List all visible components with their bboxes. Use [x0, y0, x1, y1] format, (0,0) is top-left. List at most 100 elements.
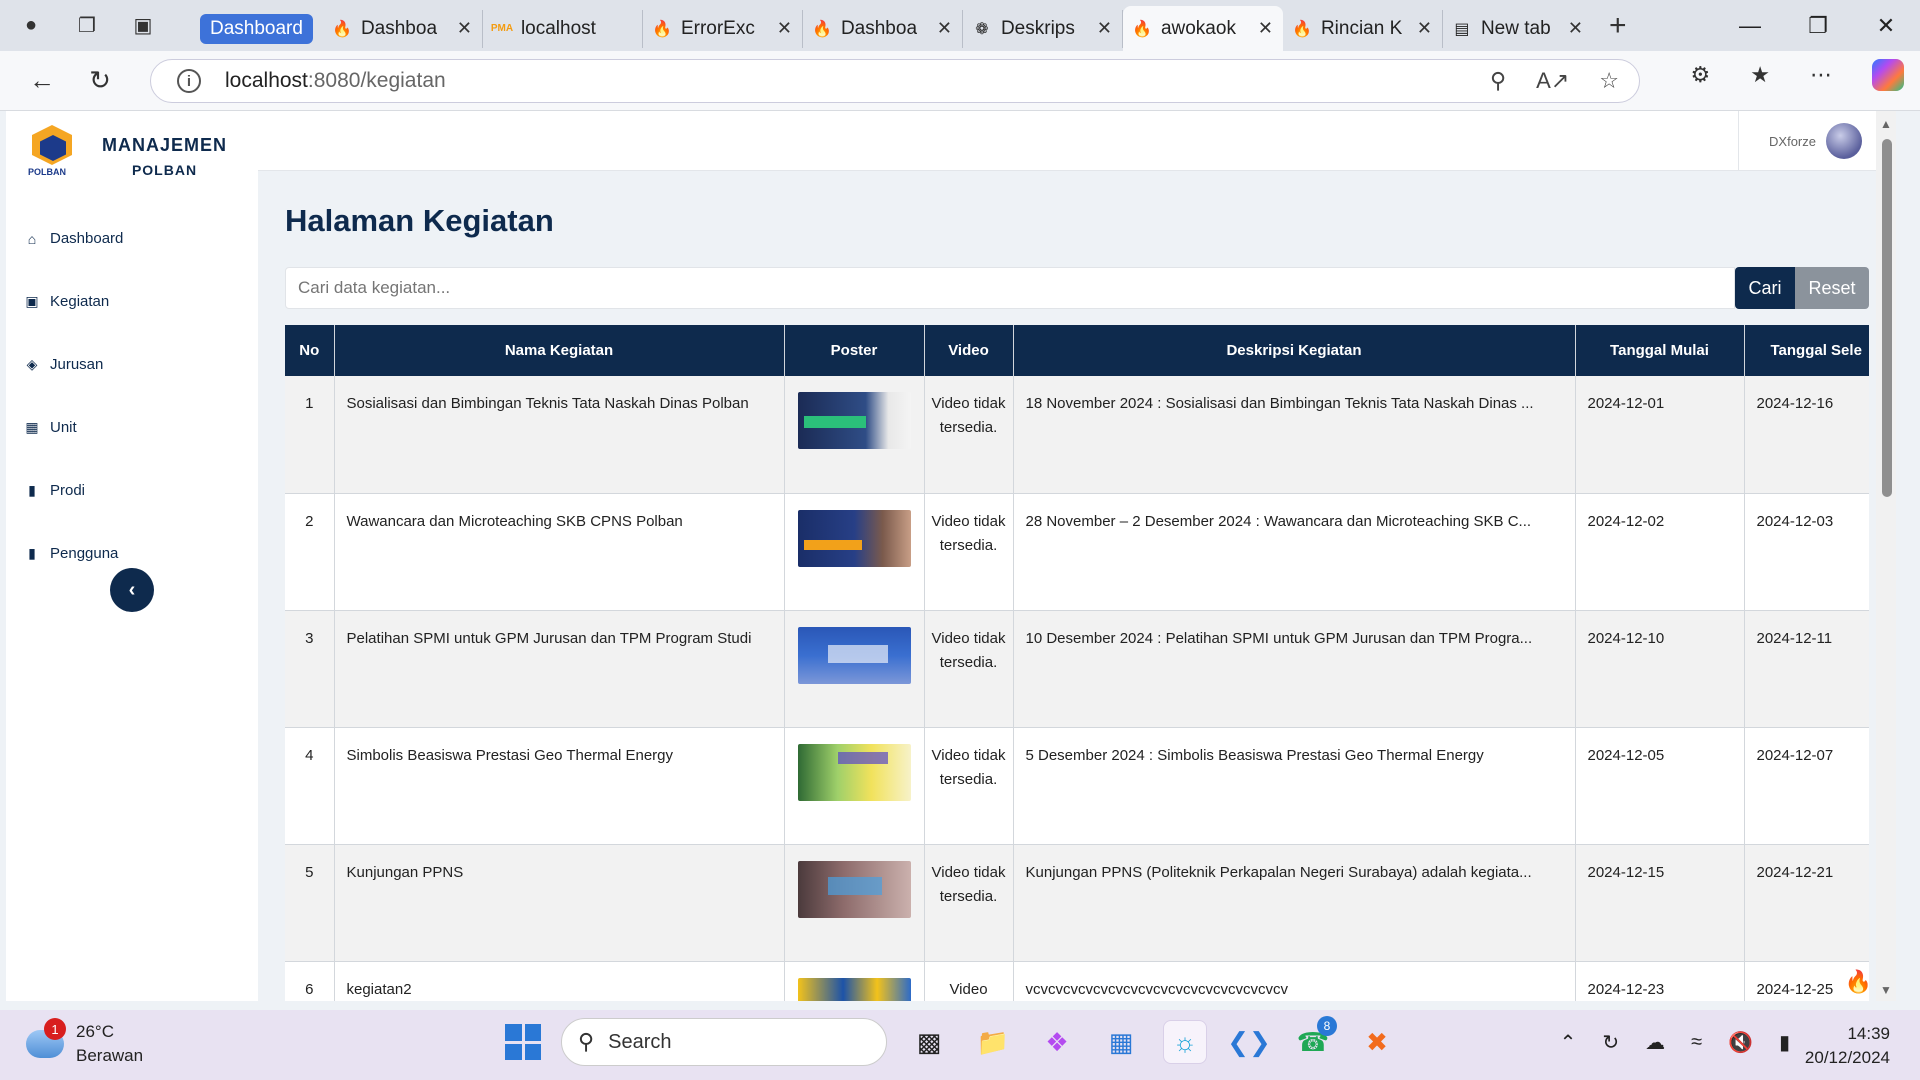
volume-muted-icon[interactable]: 🔇 — [1728, 1030, 1753, 1055]
cloud-error-icon[interactable]: ☁ — [1645, 1030, 1665, 1055]
sidebar-item-prodi[interactable]: ▮ Prodi — [24, 459, 123, 522]
reset-button[interactable]: Reset — [1795, 267, 1869, 309]
sidebar-item-unit[interactable]: ▦ Unit — [24, 396, 123, 459]
close-tab-icon[interactable]: ✕ — [1089, 18, 1112, 39]
browser-tab[interactable]: 🔥 ErrorExc ✕ — [643, 9, 803, 48]
video-status: Video tidak tersedia. — [924, 610, 1014, 728]
whatsapp-icon[interactable]: ☎ 8 — [1291, 1016, 1337, 1064]
sidebar-item-pengguna[interactable]: ▮ Pengguna — [24, 522, 123, 585]
reload-icon[interactable]: ↻ — [78, 59, 122, 103]
graduation-cap-icon: ◈ — [26, 356, 38, 372]
close-tab-icon[interactable]: ✕ — [1409, 18, 1432, 39]
start-date: 2024-12-01 — [1575, 376, 1745, 494]
poster-image[interactable] — [797, 626, 911, 684]
flame-icon: 🔥 — [1132, 20, 1152, 38]
column-header[interactable]: Deskripsi Kegiatan — [1013, 325, 1576, 376]
url-field[interactable]: i localhost:8080/kegiatan ⚲ A↗ ☆ — [150, 59, 1640, 103]
scroll-up-icon[interactable]: ▲ — [1880, 117, 1892, 131]
store-icon[interactable]: ▦ — [1099, 1020, 1143, 1064]
sidebar-item-kegiatan[interactable]: ▣ Kegiatan — [24, 270, 123, 333]
poster-image[interactable] — [797, 977, 911, 1001]
restore-icon[interactable]: ❐ — [1784, 0, 1852, 51]
search-icon: ⚲ — [578, 1029, 595, 1054]
column-header[interactable]: Tanggal Mulai — [1575, 325, 1745, 376]
taskbar: 1 26°C Berawan ⚲ Search ▩ 📁 ❖ ▦ ☼ ❮❯ ☎ 8 … — [0, 1010, 1920, 1080]
battery-icon[interactable]: ▮ — [1779, 1030, 1790, 1055]
new-tab-plus-icon[interactable]: + — [1609, 9, 1627, 43]
close-tab-icon[interactable]: ✕ — [1560, 18, 1583, 39]
poster-image[interactable] — [797, 860, 911, 918]
xampp-icon[interactable]: ✖ — [1355, 1020, 1399, 1064]
flame-icon[interactable]: 🔥 — [1845, 969, 1872, 995]
poster-image[interactable] — [797, 509, 911, 567]
url-host: localhost — [225, 69, 308, 92]
column-header[interactable]: Poster — [784, 325, 925, 376]
search-button[interactable]: Cari — [1735, 267, 1795, 309]
column-header[interactable]: Nama Kegiatan — [334, 325, 785, 376]
column-header[interactable]: Tanggal Sele — [1744, 325, 1869, 376]
end-date: 2024-12-21 — [1744, 844, 1869, 962]
tab-group-label[interactable]: Dashboard — [200, 13, 313, 44]
minimize-icon[interactable]: — — [1716, 0, 1784, 51]
more-menu-icon[interactable]: ⋯ — [1810, 62, 1832, 88]
search-input[interactable] — [285, 267, 1735, 309]
column-header[interactable]: Video — [924, 325, 1014, 376]
video-status: Video tidak tersedia. — [924, 844, 1014, 962]
user-menu[interactable]: DXforze — [1738, 111, 1862, 171]
table-row: 2 Wawancara dan Microteaching SKB CPNS P… — [285, 493, 1869, 611]
read-aloud-icon[interactable]: A↗ — [1536, 68, 1569, 94]
flame-icon: 🔥 — [652, 20, 672, 38]
column-header[interactable]: No — [285, 325, 335, 376]
activities-table-wrap[interactable]: No Nama Kegiatan Poster Video Deskripsi … — [285, 325, 1869, 1001]
clock[interactable]: 14:39 20/12/2024 — [1805, 1022, 1890, 1070]
zoom-icon[interactable]: ⚲ — [1490, 68, 1506, 94]
extensions-icon[interactable]: ⚙ — [1691, 62, 1711, 88]
brand-title: MANAJEMEN — [102, 135, 228, 155]
favorites-icon[interactable]: ★ — [1750, 62, 1770, 88]
task-view-icon[interactable]: ▩ — [907, 1020, 951, 1064]
profile-icon[interactable]: ● — [16, 11, 46, 41]
copilot-app-icon[interactable]: ❖ — [1035, 1020, 1079, 1064]
workspaces-icon[interactable]: ❐ — [72, 11, 102, 41]
browser-tab-active[interactable]: 🔥 awokaok ✕ — [1122, 6, 1283, 51]
close-tab-icon[interactable]: ✕ — [769, 18, 792, 39]
file-explorer-icon[interactable]: 📁 — [971, 1020, 1015, 1064]
vscode-icon[interactable]: ❮❯ — [1227, 1020, 1271, 1064]
activity-description: vcvcvcvcvcvcvcvcvcvcvcvcvcvcvcvcvcv — [1013, 961, 1576, 1001]
back-arrow-icon[interactable]: ← — [20, 59, 64, 103]
taskbar-search[interactable]: ⚲ Search — [561, 1018, 887, 1066]
end-date: 2024-12-07 — [1744, 727, 1869, 845]
scroll-down-icon[interactable]: ▼ — [1880, 983, 1892, 997]
sidebar-item-dashboard[interactable]: ⌂ Dashboard — [24, 207, 124, 270]
sidebar-item-jurusan[interactable]: ◈ Jurusan — [24, 333, 123, 396]
newtab-icon: ▤ — [1454, 20, 1470, 38]
browser-tab[interactable]: PMA localhost — [483, 9, 643, 48]
poster-image[interactable] — [797, 392, 911, 449]
page-scrollbar[interactable]: ▲ ▼ — [1876, 111, 1896, 1001]
close-tab-icon[interactable]: ✕ — [929, 18, 952, 39]
browser-tab[interactable]: 🔥 Dashboa ✕ — [323, 9, 483, 48]
edge-icon[interactable]: ☼ — [1163, 1020, 1207, 1064]
tab-actions-icon[interactable]: ▣ — [128, 11, 158, 41]
sidebar-collapse-button[interactable]: ‹ — [110, 568, 154, 612]
window-close-icon[interactable]: ✕ — [1852, 0, 1920, 51]
scrollbar-thumb[interactable] — [1882, 139, 1892, 497]
favorite-star-icon[interactable]: ☆ — [1599, 68, 1619, 94]
close-tab-icon[interactable]: ✕ — [449, 18, 472, 39]
sync-icon[interactable]: ↻ — [1602, 1030, 1619, 1055]
browser-tab[interactable]: 🔥 Dashboa ✕ — [803, 9, 963, 48]
close-tab-icon[interactable]: ✕ — [1250, 18, 1273, 39]
weather-widget[interactable]: 1 26°C Berawan — [26, 1018, 143, 1068]
start-date: 2024-12-23 — [1575, 961, 1745, 1001]
poster-image[interactable] — [797, 743, 911, 801]
browser-tab[interactable]: 🔥 Rincian K ✕ — [1283, 9, 1443, 48]
sidebar-menu: ⌂ Dashboard ▣ Kegiatan ◈ Jurusan ▦ Unit … — [24, 207, 123, 585]
copilot-icon[interactable] — [1872, 59, 1904, 91]
wifi-icon[interactable]: ≈ — [1691, 1031, 1702, 1054]
browser-tab[interactable]: ❁ Deskrips ✕ — [963, 9, 1123, 48]
start-windows-icon[interactable] — [505, 1024, 541, 1060]
chevron-up-icon[interactable]: ⌃ — [1560, 1030, 1577, 1055]
site-info-icon[interactable]: i — [177, 69, 201, 93]
bookmark-icon: ▮ — [28, 482, 36, 498]
browser-tab[interactable]: ▤ New tab ✕ — [1443, 10, 1593, 48]
